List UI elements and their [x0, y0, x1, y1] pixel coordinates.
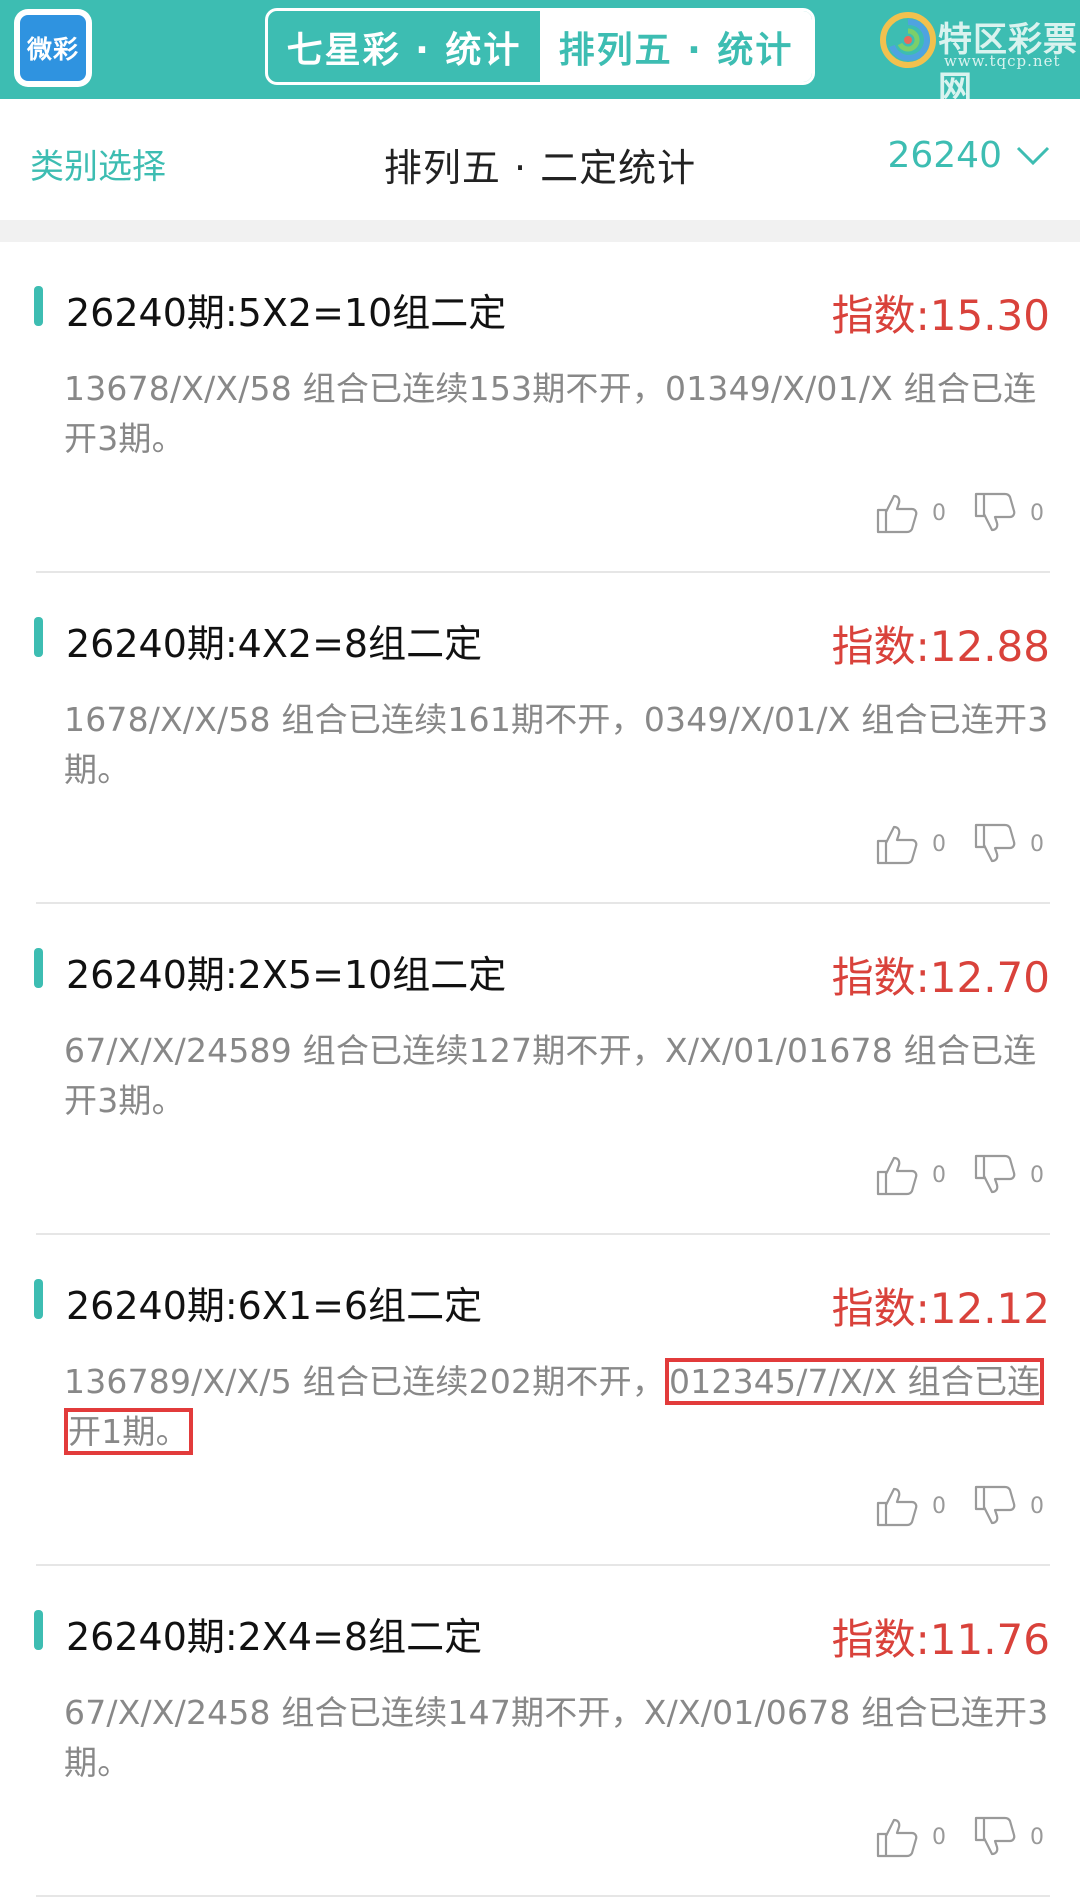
brand-watermark: 特区彩票网 www.tqcp.net — [878, 8, 1078, 109]
card-title: 26240期:6X1=6组二定 — [66, 1284, 483, 1328]
dislike-button[interactable]: 0 — [972, 1152, 1044, 1198]
like-button[interactable]: 0 — [874, 1152, 946, 1198]
card-description: 136789/X/X/5 组合已连续202期不开， 012345/7/X/X 组合… — [64, 1357, 1054, 1457]
brand-url: www.tqcp.net — [944, 52, 1061, 70]
card-index: 指数:12.12 — [831, 1284, 1050, 1333]
stat-card[interactable]: 26240期:2X4=8组二定 指数:11.76 67/X/X/2458 组合已… — [0, 1566, 1080, 1897]
period-dropdown[interactable]: 26240 — [887, 135, 1050, 176]
chevron-down-icon — [1016, 146, 1050, 165]
brand-swirl-icon — [880, 12, 936, 68]
card-title: 26240期:2X4=8组二定 — [66, 1615, 483, 1659]
highlighted-text: 012345/7/X/X 组合已连 — [665, 1358, 1045, 1405]
card-title: 26240期:2X5=10组二定 — [66, 953, 507, 997]
dislike-count: 0 — [1030, 831, 1044, 857]
thumbs-down-icon — [974, 823, 1016, 863]
card-description: 67/X/X/2458 组合已连续147期不开，X/X/01/0678 组合已连… — [64, 1693, 1049, 1782]
dislike-button[interactable]: 0 — [972, 1483, 1044, 1529]
card-index: 指数:11.76 — [831, 1615, 1050, 1664]
stat-card[interactable]: 26240期:4X2=8组二定 指数:12.88 1678/X/X/58 组合已… — [0, 573, 1080, 904]
dislike-button[interactable]: 0 — [972, 821, 1044, 867]
like-button[interactable]: 0 — [874, 821, 946, 867]
like-count: 0 — [932, 1493, 946, 1519]
card-accent-bar — [34, 286, 43, 326]
thumbs-up-icon — [876, 1156, 918, 1196]
lottery-tab-switcher: 七星彩 · 统计 排列五 · 统计 — [265, 8, 815, 85]
stats-list: 26240期:5X2=10组二定 指数:15.30 13678/X/X/58 组… — [0, 242, 1080, 1897]
card-title: 26240期:5X2=10组二定 — [66, 291, 507, 335]
like-count: 0 — [932, 1162, 946, 1188]
period-value: 26240 — [887, 135, 1002, 176]
tab-pailiewu[interactable]: 排列五 · 统计 — [540, 11, 812, 82]
highlighted-text: 开1期。 — [64, 1408, 193, 1455]
thumbs-up-icon — [876, 1487, 918, 1527]
vote-bar: 0 0 — [848, 821, 1044, 867]
thumbs-down-icon — [974, 1154, 1016, 1194]
thumbs-up-icon — [876, 825, 918, 865]
thumbs-up-icon — [876, 494, 918, 534]
card-title: 26240期:4X2=8组二定 — [66, 622, 483, 666]
like-button[interactable]: 0 — [874, 490, 946, 536]
card-accent-bar — [34, 1279, 43, 1319]
like-count: 0 — [932, 831, 946, 857]
tab-qixingcai[interactable]: 七星彩 · 统计 — [268, 11, 540, 82]
category-select-button[interactable]: 类别选择 — [30, 139, 166, 188]
card-index: 指数:12.70 — [831, 953, 1050, 1002]
app-logo[interactable]: 微彩 — [14, 9, 92, 87]
stat-card[interactable]: 26240期:6X1=6组二定 指数:12.12 136789/X/X/5 组合… — [0, 1235, 1080, 1566]
dislike-count: 0 — [1030, 500, 1044, 526]
thumbs-down-icon — [974, 492, 1016, 532]
card-divider — [36, 1895, 1050, 1897]
vote-bar: 0 0 — [848, 1814, 1044, 1860]
top-bar: 微彩 七星彩 · 统计 排列五 · 统计 特区彩票网 www.tqcp.net — [0, 0, 1080, 109]
card-description: 1678/X/X/58 组合已连续161期不开，0349/X/01/X 组合已连… — [64, 700, 1049, 789]
card-index: 指数:15.30 — [831, 291, 1050, 340]
card-index: 指数:12.88 — [831, 622, 1050, 671]
card-description: 67/X/X/24589 组合已连续127期不开，X/X/01/01678 组合… — [64, 1031, 1037, 1120]
dislike-button[interactable]: 0 — [972, 1814, 1044, 1860]
like-count: 0 — [932, 500, 946, 526]
desc-part: 136789/X/X/5 组合已连续202期不开， — [64, 1362, 666, 1401]
dislike-count: 0 — [1030, 1824, 1044, 1850]
stat-card[interactable]: 26240期:5X2=10组二定 指数:15.30 13678/X/X/58 组… — [0, 242, 1080, 573]
app-logo-text: 微彩 — [20, 15, 86, 81]
like-button[interactable]: 0 — [874, 1814, 946, 1860]
dislike-button[interactable]: 0 — [972, 490, 1044, 536]
dislike-count: 0 — [1030, 1493, 1044, 1519]
thumbs-up-icon — [876, 1818, 918, 1858]
card-accent-bar — [34, 948, 43, 988]
vote-bar: 0 0 — [848, 1483, 1044, 1529]
like-count: 0 — [932, 1824, 946, 1850]
vote-bar: 0 0 — [848, 490, 1044, 536]
card-accent-bar — [34, 617, 43, 657]
like-button[interactable]: 0 — [874, 1483, 946, 1529]
sub-header: 排列五 · 二定统计 类别选择 26240 — [0, 99, 1080, 220]
vote-bar: 0 0 — [848, 1152, 1044, 1198]
dislike-count: 0 — [1030, 1162, 1044, 1188]
thumbs-down-icon — [974, 1485, 1016, 1525]
thumbs-down-icon — [974, 1816, 1016, 1856]
section-gap — [0, 220, 1080, 242]
stat-card[interactable]: 26240期:2X5=10组二定 指数:12.70 67/X/X/24589 组… — [0, 904, 1080, 1235]
card-accent-bar — [34, 1610, 43, 1650]
card-description: 13678/X/X/58 组合已连续153期不开，01349/X/01/X 组合… — [64, 369, 1037, 458]
